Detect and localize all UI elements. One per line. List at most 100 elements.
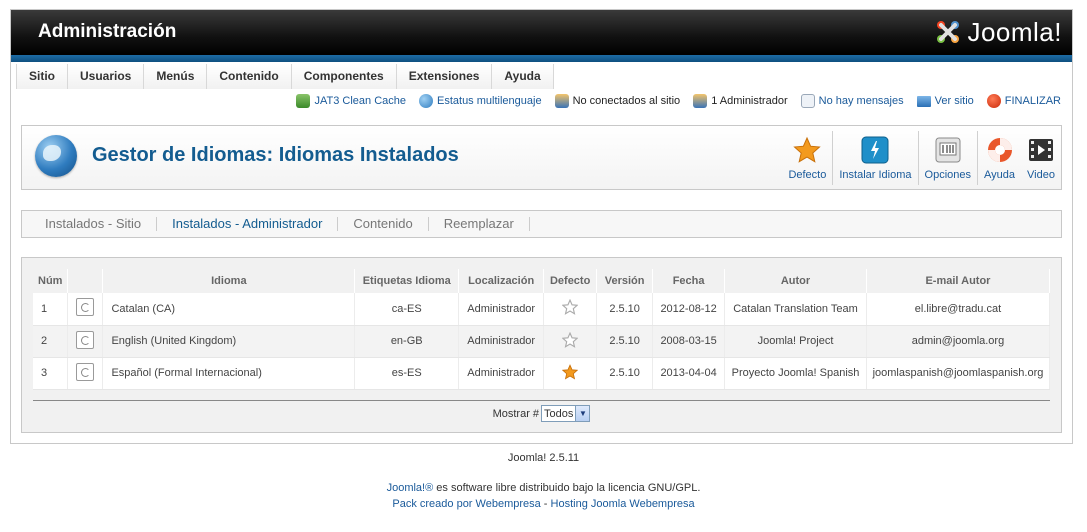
- video-button[interactable]: Video: [1021, 131, 1061, 185]
- admin-count: 1 Administrador: [693, 94, 788, 108]
- row-num: 2: [33, 325, 69, 358]
- languages-globe-icon: [35, 135, 77, 177]
- monitor-icon: [916, 95, 931, 107]
- star-filled-icon: [561, 363, 579, 380]
- help-button[interactable]: Ayuda: [978, 131, 1021, 185]
- radio-button[interactable]: [76, 298, 95, 317]
- row-email: joomlaspanish@joomlaspanish.org: [866, 357, 1051, 390]
- row-select-radio[interactable]: [67, 357, 104, 390]
- offline-users-label: No conectados al sitio: [572, 95, 681, 107]
- row-num: 3: [33, 357, 69, 390]
- row-date: 2008-03-15: [652, 325, 726, 358]
- header-accent-bar: [11, 55, 1072, 62]
- header: Administración Joomla!: [11, 10, 1072, 55]
- row-language: Español (Formal Internacional): [102, 357, 356, 390]
- menu-item-usuarios[interactable]: Usuarios: [68, 64, 145, 89]
- video-label: Video: [1027, 169, 1055, 181]
- logout-link[interactable]: FINALIZAR: [986, 94, 1061, 108]
- menu-item-sitio[interactable]: Sitio: [17, 64, 68, 89]
- page-footer: Joomla! 2.5.11 Joomla!® es software libr…: [0, 450, 1087, 512]
- col-header-language[interactable]: Idioma: [102, 269, 356, 293]
- row-location: Administrador: [458, 325, 545, 358]
- col-header-version[interactable]: Versión: [596, 269, 654, 293]
- options-button[interactable]: Opciones: [919, 131, 977, 185]
- menu-item-extensiones[interactable]: Extensiones: [396, 64, 493, 89]
- toolbar-box: Gestor de Idiomas: Idiomas Instalados De…: [21, 125, 1062, 190]
- row-default[interactable]: [543, 293, 598, 326]
- menu-item-ayuda[interactable]: Ayuda: [492, 64, 554, 89]
- row-author: Proyecto Joomla! Spanish: [724, 357, 867, 390]
- messages-link[interactable]: No hay mensajes: [800, 94, 904, 108]
- multilang-status-link[interactable]: Estatus multilenguaje: [419, 94, 542, 108]
- col-header-num[interactable]: Núm: [33, 269, 69, 293]
- globe-icon: [419, 94, 433, 108]
- install-language-button[interactable]: Instalar Idioma: [833, 131, 917, 185]
- main-menu: Sitio Usuarios Menús Contenido Component…: [16, 64, 554, 89]
- row-version: 2.5.10: [596, 293, 654, 326]
- webempresa-hosting-link[interactable]: Hosting Joomla Webempresa: [551, 498, 695, 510]
- table-row: 3 Español (Formal Internacional) es-ES A…: [33, 357, 1051, 390]
- admin-count-label: 1 Administrador: [711, 95, 788, 107]
- cache-icon: [296, 94, 311, 108]
- tab-content[interactable]: Contenido: [338, 217, 429, 231]
- row-default[interactable]: [543, 325, 598, 358]
- tab-installed-admin[interactable]: Instalados - Administrador: [157, 217, 339, 231]
- help-label: Ayuda: [984, 169, 1015, 181]
- row-location: Administrador: [458, 357, 545, 390]
- menu-item-componentes[interactable]: Componentes: [291, 64, 397, 89]
- clean-cache-link[interactable]: JAT3 Clean Cache: [296, 94, 406, 108]
- table-footer: Mostrar # Todos ▼: [33, 400, 1050, 426]
- chevron-down-icon[interactable]: ▼: [575, 406, 590, 421]
- row-select-radio[interactable]: [67, 325, 104, 358]
- radio-button[interactable]: [76, 362, 95, 381]
- default-button-label: Defecto: [788, 169, 827, 181]
- row-location: Administrador: [458, 293, 545, 326]
- joomla-link[interactable]: Joomla!®: [387, 482, 434, 494]
- col-header-default[interactable]: Defecto: [543, 269, 598, 293]
- tab-installed-site[interactable]: Instalados - Sitio: [30, 217, 158, 231]
- limit-label: Mostrar #: [492, 407, 540, 420]
- limit-value: Todos: [544, 407, 574, 420]
- row-email: el.libre@tradu.cat: [866, 293, 1051, 326]
- row-version: 2.5.10: [596, 357, 654, 390]
- star-outline-icon[interactable]: [561, 331, 579, 348]
- star-icon: [793, 136, 822, 164]
- default-button[interactable]: Defecto: [782, 131, 832, 185]
- view-site-link[interactable]: Ver sitio: [916, 95, 974, 107]
- row-date: 2012-08-12: [652, 293, 726, 326]
- footer-license: Joomla!® es software libre distribuido b…: [0, 480, 1087, 496]
- col-header-date[interactable]: Fecha: [652, 269, 726, 293]
- row-language: Catalan (CA): [102, 293, 356, 326]
- logo-text: Joomla!: [967, 16, 1062, 47]
- row-author: Joomla! Project: [724, 325, 867, 358]
- tab-overrides[interactable]: Reemplazar: [429, 217, 530, 231]
- col-header-tag[interactable]: Etiquetas Idioma: [354, 269, 460, 293]
- multilang-status-label: Estatus multilenguaje: [437, 95, 542, 107]
- star-outline-icon[interactable]: [561, 298, 579, 316]
- webempresa-pack-link[interactable]: Pack creado por Webempresa: [392, 498, 540, 510]
- view-site-label: Ver sitio: [934, 95, 974, 107]
- user-icon: [693, 94, 708, 108]
- install-language-label: Instalar Idioma: [839, 169, 912, 181]
- credits-separator: -: [540, 498, 551, 510]
- col-header-author[interactable]: Autor: [724, 269, 867, 293]
- row-version: 2.5.10: [596, 325, 654, 358]
- col-header-email[interactable]: E-mail Autor: [866, 269, 1051, 293]
- clean-cache-label: JAT3 Clean Cache: [314, 95, 406, 107]
- row-email: admin@joomla.org: [866, 325, 1051, 358]
- col-header-location[interactable]: Localización: [458, 269, 545, 293]
- menu-item-contenido[interactable]: Contenido: [207, 64, 292, 89]
- menu-item-menus[interactable]: Menús: [144, 64, 208, 89]
- toolbar-buttons: Defecto Instalar Idioma Opciones Ayuda V…: [782, 131, 1061, 185]
- joomla-logo[interactable]: Joomla!: [933, 15, 1062, 49]
- row-author: Catalan Translation Team: [724, 293, 867, 326]
- limit-select[interactable]: Todos ▼: [541, 405, 591, 422]
- row-tag: ca-ES: [354, 293, 460, 326]
- row-language: English (United Kingdom): [102, 325, 356, 358]
- radio-button[interactable]: [76, 330, 95, 349]
- row-tag: es-ES: [354, 357, 460, 390]
- languages-table: Núm Idioma Etiquetas Idioma Localización…: [33, 269, 1051, 390]
- messages-label: No hay mensajes: [818, 95, 904, 107]
- row-select-radio[interactable]: [67, 293, 104, 326]
- table-row: 1 Catalan (CA) ca-ES Administrador 2.5.1…: [33, 293, 1051, 326]
